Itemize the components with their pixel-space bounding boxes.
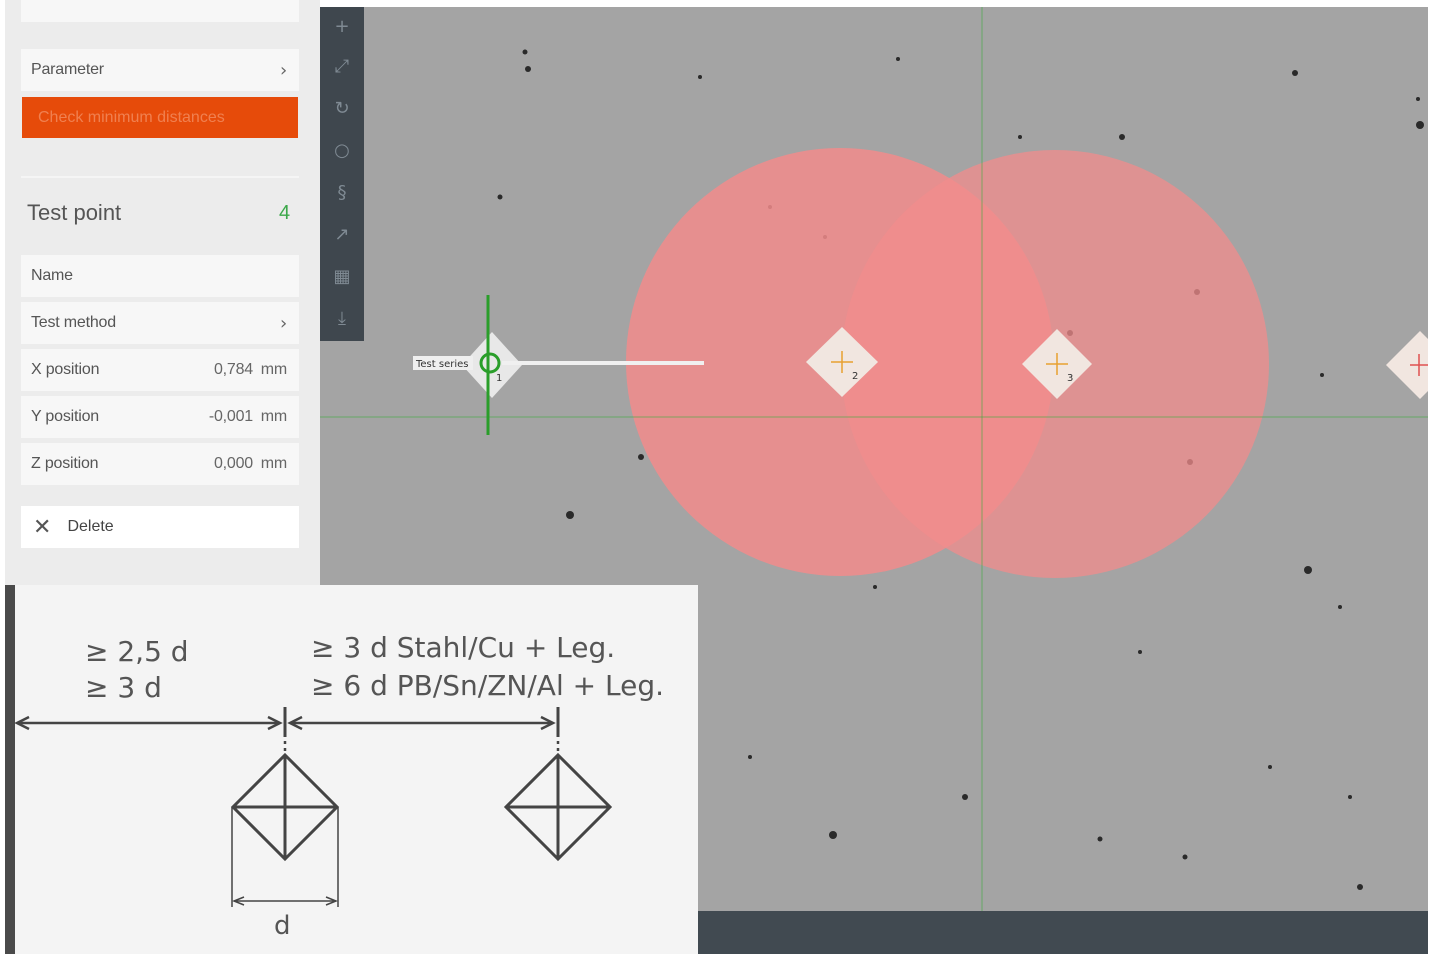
test-point-1-number: 1 xyxy=(496,373,502,384)
test-method-label: Test method xyxy=(31,314,116,331)
test-series-label: Test series xyxy=(415,359,469,370)
z-position-value[interactable]: 0,000 xyxy=(214,455,253,473)
x-position-value[interactable]: 0,784 xyxy=(214,361,253,379)
properties-panel: Parameter › Check minimum distances Test… xyxy=(5,0,320,585)
y-position-value[interactable]: -0,001 xyxy=(209,408,253,426)
delete-button[interactable]: ✕ Delete xyxy=(21,506,299,548)
y-position-label: Y position xyxy=(31,408,99,425)
parameter-row[interactable]: Parameter › xyxy=(21,49,299,91)
d-label: d xyxy=(274,911,291,941)
x-position-unit: mm xyxy=(260,361,287,378)
diagram-drawing xyxy=(14,707,613,907)
circle-icon[interactable]: ○ xyxy=(320,131,364,169)
name-row[interactable]: Name xyxy=(21,255,299,297)
y-position-unit: mm xyxy=(260,408,287,425)
z-position-label: Z position xyxy=(31,455,99,472)
chevron-right-icon: › xyxy=(280,312,287,334)
app-window: 1 Test series 2 3 + ⤢ ↻ ○ § ↗ ▦ ⤓ Parame… xyxy=(0,0,1436,954)
x-position-label: X position xyxy=(31,361,100,378)
test-point-4-marker[interactable] xyxy=(1386,331,1428,399)
diagram-left-edge xyxy=(5,585,15,954)
tool-palette: + ⤢ ↻ ○ § ↗ ▦ ⤓ xyxy=(320,7,364,341)
minimum-distance-diagram: ≥ 2,5 d ≥ 3 d ≥ 3 d Stahl/Cu + Leg. ≥ 6 … xyxy=(5,585,698,954)
test-point-3-number: 3 xyxy=(1067,373,1073,384)
x-position-row[interactable]: X position 0,784 mm xyxy=(21,349,299,391)
indent-diamond-2 xyxy=(503,752,613,862)
test-point-title: Test point xyxy=(27,200,122,225)
bottom-status-bar xyxy=(698,911,1428,954)
spiral-icon[interactable]: § xyxy=(320,173,364,211)
parameter-label: Parameter xyxy=(31,61,104,78)
test-point-2-number: 2 xyxy=(852,371,858,382)
indent-diamond-1 xyxy=(230,752,340,862)
check-minimum-distances-button[interactable]: Check minimum distances xyxy=(22,97,298,138)
export-icon[interactable]: ⤓ xyxy=(320,299,364,337)
crosshair-add-icon[interactable]: + xyxy=(320,7,364,45)
name-label: Name xyxy=(31,267,73,284)
clipped-row xyxy=(21,0,299,22)
grid-icon[interactable]: ▦ xyxy=(320,257,364,295)
y-position-row[interactable]: Y position -0,001 mm xyxy=(21,396,299,438)
rotate-icon[interactable]: ↻ xyxy=(320,89,364,127)
test-method-row[interactable]: Test method › xyxy=(21,302,299,344)
curve-arrow-icon[interactable]: ↗ xyxy=(320,215,364,253)
move-arrows-icon[interactable]: ⤢ xyxy=(320,47,364,85)
close-icon: ✕ xyxy=(33,514,52,540)
delete-label: Delete xyxy=(67,518,114,535)
chevron-right-icon: › xyxy=(280,59,287,81)
z-position-unit: mm xyxy=(260,455,287,472)
z-position-row[interactable]: Z position 0,000 mm xyxy=(21,443,299,485)
section-divider xyxy=(21,176,299,178)
test-point-count: 4 xyxy=(279,202,291,224)
